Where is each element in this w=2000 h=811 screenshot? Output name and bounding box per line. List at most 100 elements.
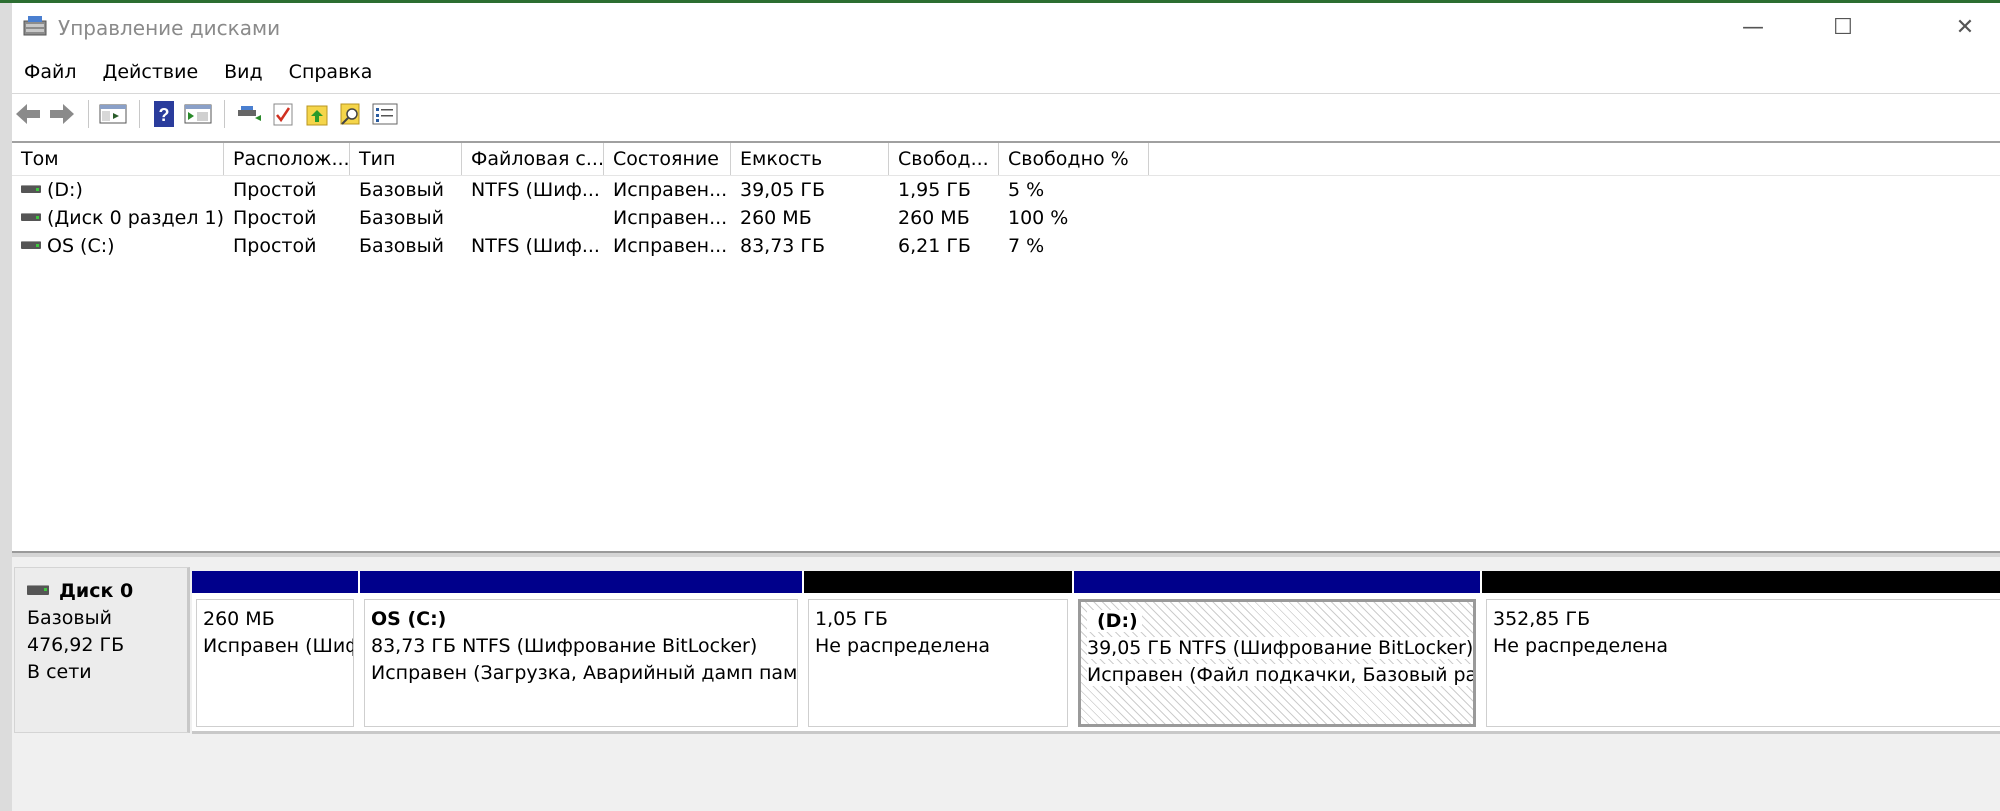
disk-management-window: Управление дисками — ☐ ✕ Файл Действие В… <box>12 3 2000 811</box>
partition-body: 352,85 ГБ Не распределена <box>1486 599 2000 727</box>
volume-name-cell: (Диск 0 раздел 1) <box>12 204 224 232</box>
partition-bar <box>1074 571 1480 593</box>
back-button[interactable] <box>12 98 44 130</box>
partition-status: Исправен (Шифрова <box>203 635 353 657</box>
title-bar[interactable]: Управление дисками — ☐ ✕ <box>12 3 2000 53</box>
folder-up-icon <box>306 105 328 126</box>
toolbar: ? <box>12 93 2000 134</box>
partition-size: 260 МБ <box>203 608 275 630</box>
volume-name: (D:) <box>47 179 83 201</box>
status-cell: Исправен... <box>613 179 728 201</box>
volume-name: (Диск 0 раздел 1) <box>47 207 224 229</box>
partition-unallocated-1[interactable]: 1,05 ГБ Не распределена <box>804 571 1072 731</box>
find-icon <box>340 103 360 125</box>
status-cell: Исправен... <box>613 207 728 229</box>
capacity-cell: 83,73 ГБ <box>740 235 826 257</box>
properties-button[interactable] <box>182 98 214 130</box>
type-cell: Базовый <box>359 179 444 201</box>
capacity-cell: 260 МБ <box>740 207 812 229</box>
disk-size: 476,92 ГБ <box>27 634 125 656</box>
type-cell: Базовый <box>359 235 444 257</box>
partition-size: 352,85 ГБ <box>1493 608 1591 630</box>
partition-size: 39,05 ГБ NTFS (Шифрование BitLocker) <box>1087 635 1473 662</box>
column-header-capacity[interactable]: Емкость <box>731 143 889 175</box>
file-system-cell <box>462 204 604 232</box>
partition-label-row: (D:) <box>1087 608 1467 635</box>
check-icon <box>273 103 293 126</box>
toolbar-separator <box>224 100 225 128</box>
disk-name: Диск 0 <box>59 580 134 602</box>
partition-os-c[interactable]: OS (C:) 83,73 ГБ NTFS (Шифрование BitLoc… <box>360 571 802 731</box>
partition-bar <box>804 571 1072 593</box>
volume-row[interactable]: (D:) Простой Базовый NTFS (Шиф... Исправ… <box>12 176 2000 204</box>
svg-text:?: ? <box>159 105 170 125</box>
volume-icon <box>21 240 41 249</box>
file-system-cell: NTFS (Шиф... <box>471 179 600 201</box>
partition-label: (D:) <box>1087 610 1142 632</box>
menu-file[interactable]: Файл <box>12 55 90 89</box>
partition-d[interactable]: (D:) 39,05 ГБ NTFS (Шифрование BitLocker… <box>1074 571 1480 731</box>
partition-status-text: Исправен (Файл подкачки, Базовый разде <box>1087 664 1473 686</box>
menu-help[interactable]: Справка <box>276 55 386 89</box>
maximize-button[interactable]: ☐ <box>1808 3 1878 51</box>
forward-button[interactable] <box>46 98 78 130</box>
properties-icon <box>184 104 212 124</box>
folder-up-button[interactable] <box>301 98 333 130</box>
disk-title: Диск 0 <box>27 578 187 605</box>
volume-name-cell: OS (C:) <box>12 232 224 260</box>
column-header-type[interactable]: Тип <box>350 143 462 175</box>
layout-cell: Простой <box>233 207 317 229</box>
list-button[interactable] <box>369 98 401 130</box>
show-hide-console-tree-button[interactable] <box>97 98 129 130</box>
status-cell: Исправен... <box>613 235 728 257</box>
find-button[interactable] <box>335 98 367 130</box>
volume-row[interactable]: (Диск 0 раздел 1) Простой Базовый Исправ… <box>12 204 2000 232</box>
graphical-disk-view: Диск 0 Базовый 476,92 ГБ В сети 260 МБ И… <box>12 557 2000 811</box>
partition-efi[interactable]: 260 МБ Исправен (Шифрова <box>192 571 358 731</box>
column-header-layout[interactable]: Располож... <box>224 143 350 175</box>
partition-body: 260 МБ Исправен (Шифрова <box>196 599 354 727</box>
close-button[interactable]: ✕ <box>1930 3 2000 51</box>
partition-size: 83,73 ГБ NTFS (Шифрование BitLocker) <box>371 635 758 657</box>
disk-0-partitions: 260 МБ Исправен (Шифрова OS (C:) 83,73 Г… <box>192 571 2000 734</box>
volume-list-header: Том Располож... Тип Файловая с... Состоя… <box>12 143 2000 176</box>
volume-row[interactable]: OS (C:) Простой Базовый NTFS (Шиф... Исп… <box>12 232 2000 260</box>
column-header-file-system[interactable]: Файловая с... <box>462 143 604 175</box>
volume-name: OS (C:) <box>47 235 115 257</box>
disk-0-info[interactable]: Диск 0 Базовый 476,92 ГБ В сети <box>14 567 190 733</box>
partition-status: Исправен (Загрузка, Аварийный дамп памят… <box>371 662 798 684</box>
column-header-status[interactable]: Состояние <box>604 143 731 175</box>
back-icon <box>16 104 40 124</box>
column-header-volume[interactable]: Том <box>12 143 224 175</box>
column-header-percent-free[interactable]: Свободно % <box>999 143 1149 175</box>
column-header-free-space[interactable]: Свобод... <box>889 143 999 175</box>
menu-view[interactable]: Вид <box>211 55 276 89</box>
window-title: Управление дисками <box>58 16 281 40</box>
connect-button[interactable] <box>233 98 265 130</box>
file-system-cell: NTFS (Шиф... <box>471 235 600 257</box>
layout-cell: Простой <box>233 179 317 201</box>
free-space-cell: 1,95 ГБ <box>898 179 971 201</box>
partition-bar <box>360 571 802 593</box>
volume-list: Том Располож... Тип Файловая с... Состоя… <box>12 141 2000 553</box>
toolbar-separator <box>139 100 140 128</box>
partition-body-selected: (D:) 39,05 ГБ NTFS (Шифрование BitLocker… <box>1078 599 1476 727</box>
disk-management-app-icon <box>23 16 47 36</box>
minimize-button[interactable]: — <box>1718 3 1788 51</box>
volume-name-cell: (D:) <box>12 176 224 204</box>
disk-type: Базовый <box>27 607 112 629</box>
partition-status: Исправен (Файл подкачки, Базовый разде <box>1087 662 1473 689</box>
help-icon: ? <box>154 101 174 127</box>
capacity-cell: 39,05 ГБ <box>740 179 826 201</box>
partition-unallocated-2[interactable]: 352,85 ГБ Не распределена <box>1482 571 2000 731</box>
type-cell: Базовый <box>359 207 444 229</box>
partition-bar <box>192 571 358 593</box>
menu-action[interactable]: Действие <box>90 55 212 89</box>
check-button[interactable] <box>267 98 299 130</box>
percent-free-cell: 5 % <box>1008 179 1045 201</box>
partition-label: OS (C:) <box>371 608 447 630</box>
connect-icon <box>238 106 261 121</box>
free-space-cell: 6,21 ГБ <box>898 235 971 257</box>
help-button[interactable]: ? <box>148 98 180 130</box>
partition-bar <box>1482 571 2000 593</box>
